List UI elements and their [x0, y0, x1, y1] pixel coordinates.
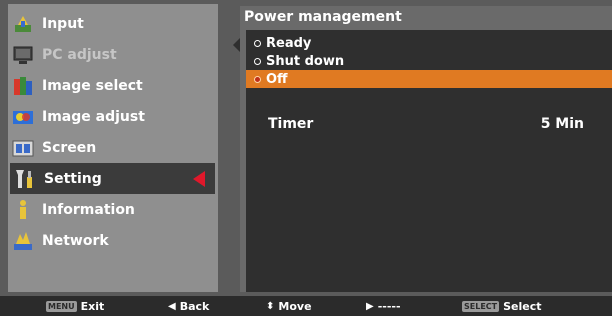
move-label: Move	[278, 300, 312, 313]
exit-hint: MENU Exit	[46, 300, 104, 313]
image-adjust-icon	[12, 106, 34, 128]
panel-content: Ready Shut down Off Timer 5 Min	[246, 30, 612, 292]
image-select-icon	[12, 75, 34, 97]
timer-row[interactable]: Timer 5 Min	[246, 116, 612, 134]
menu-item-label: Screen	[42, 139, 97, 156]
menu-item-setting[interactable]: Setting	[10, 163, 215, 194]
key-guide-bar: MENU Exit ◀ Back ⬍ Move ▶ ----- SELECT S…	[0, 296, 612, 316]
panel-title: Power management	[244, 9, 402, 25]
up-down-arrow-icon: ⬍	[266, 301, 275, 312]
option-ready[interactable]: Ready	[246, 34, 612, 52]
menu-item-label: Input	[42, 15, 84, 32]
input-icon	[12, 13, 34, 35]
timer-value: 5 Min	[540, 116, 584, 132]
menu-item-input[interactable]: Input	[8, 8, 218, 39]
menu-item-label: Setting	[44, 170, 102, 187]
screen-icon	[12, 137, 34, 159]
select-label: Select	[503, 300, 542, 313]
power-management-panel: Power management Ready Shut down Off Tim…	[240, 6, 612, 292]
menu-item-image-adjust[interactable]: Image adjust	[8, 101, 218, 132]
option-label: Off	[266, 71, 288, 87]
option-off[interactable]: Off	[246, 70, 612, 88]
menu-item-network[interactable]: Network	[8, 225, 218, 256]
menu-item-label: PC adjust	[42, 46, 117, 63]
select-hint: SELECT Select	[462, 300, 542, 313]
next-label: -----	[377, 300, 401, 313]
move-hint: ⬍ Move	[266, 300, 312, 313]
exit-label: Exit	[80, 300, 105, 313]
next-hint: ▶ -----	[366, 300, 401, 313]
menu-item-image-select[interactable]: Image select	[8, 70, 218, 101]
menu-item-information[interactable]: Information	[8, 194, 218, 225]
menu-item-label: Image adjust	[42, 108, 145, 125]
main-menu: Input PC adjust Image select Image adjus…	[8, 4, 218, 292]
pc-adjust-icon	[12, 44, 34, 66]
menu-item-pc-adjust[interactable]: PC adjust	[8, 39, 218, 70]
right-arrow-icon: ▶	[366, 301, 374, 312]
menu-item-label: Information	[42, 201, 135, 218]
radio-icon	[254, 39, 261, 47]
option-shut-down[interactable]: Shut down	[246, 52, 612, 70]
menu-item-screen[interactable]: Screen	[8, 132, 218, 163]
back-label: Back	[179, 300, 210, 313]
option-label: Shut down	[266, 53, 345, 69]
timer-label: Timer	[268, 116, 314, 132]
option-label: Ready	[266, 35, 312, 51]
menu-item-label: Image select	[42, 77, 143, 94]
menu-key-icon: MENU	[46, 301, 77, 312]
radio-icon	[254, 57, 261, 65]
left-arrow-icon: ◀	[168, 301, 176, 312]
menu-item-label: Network	[42, 232, 109, 249]
network-icon	[12, 230, 34, 252]
setting-icon	[14, 168, 36, 190]
select-key-icon: SELECT	[462, 301, 500, 312]
back-hint: ◀ Back	[168, 300, 209, 313]
radio-icon	[254, 75, 261, 83]
information-icon	[12, 199, 34, 221]
osd-screen: Input PC adjust Image select Image adjus…	[0, 0, 612, 296]
active-menu-arrow-icon	[193, 171, 205, 187]
